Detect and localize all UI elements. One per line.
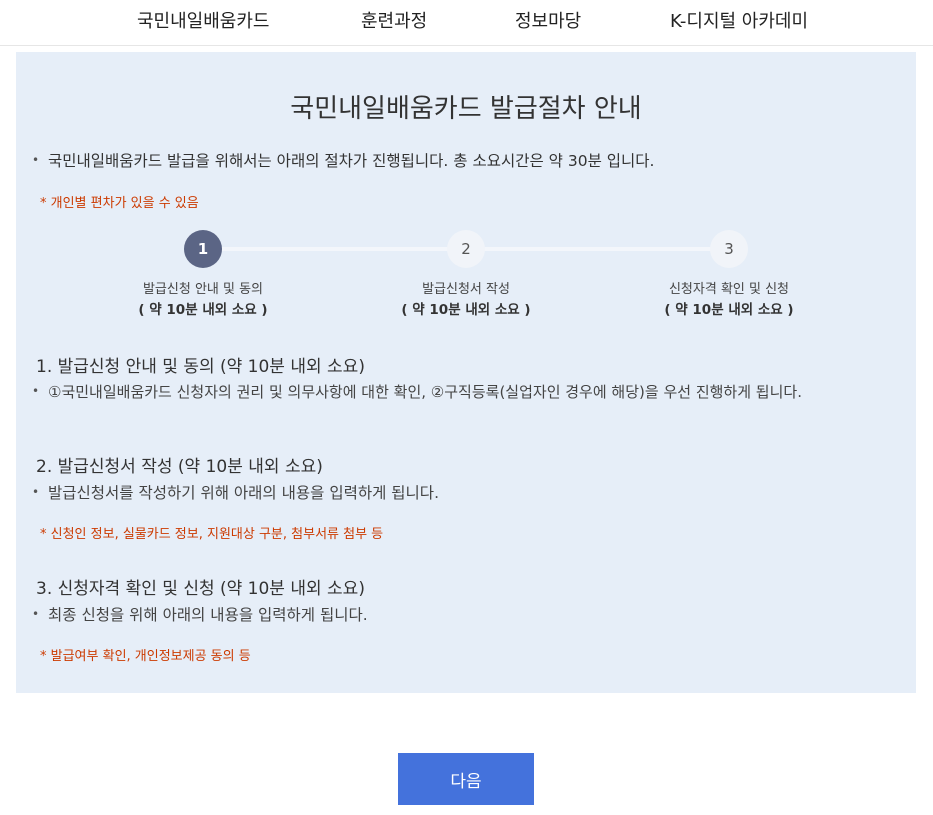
- step-2-duration: ( 약 10분 내외 소요 ): [401, 302, 531, 318]
- section-2-desc: • 발급신청서를 작성하기 위해 아래의 내용을 입력하게 됩니다.: [32, 481, 439, 503]
- step-2-number: 2: [447, 230, 485, 268]
- step-1: 1 발급신청 안내 및 동의 ( 약 10분 내외 소요 ): [113, 230, 293, 321]
- step-3-label: 신청자격 확인 및 신청: [668, 282, 790, 297]
- intro-label: 국민내일배움카드 발급을 위해서는 아래의 절차가 진행됩니다. 총 소요시간은…: [48, 152, 655, 170]
- step-1-duration: ( 약 10분 내외 소요 ): [138, 302, 268, 318]
- step-3-duration: ( 약 10분 내외 소요 ): [664, 302, 794, 318]
- step-3-number: 3: [710, 230, 748, 268]
- step-indicator: 1 발급신청 안내 및 동의 ( 약 10분 내외 소요 ) 2 발급신청서 작…: [16, 230, 916, 330]
- page-title: 국민내일배움카드 발급절차 안내: [290, 94, 642, 124]
- section-3-desc: • 최종 신청을 위해 아래의 내용을 입력하게 됩니다.: [32, 603, 368, 625]
- intro-text: • 국민내일배움카드 발급을 위해서는 아래의 절차가 진행됩니다. 총 소요시간…: [32, 149, 654, 171]
- section-3-title: 3. 신청자격 확인 및 신청 (약 10분 내외 소요): [36, 579, 365, 599]
- nav-item-info[interactable]: 정보마당: [515, 7, 581, 33]
- section-2-title: 2. 발급신청서 작성 (약 10분 내외 소요): [36, 457, 323, 477]
- nav-item-courses[interactable]: 훈련과정: [361, 7, 427, 33]
- step-2-label: 발급신청서 작성: [422, 282, 510, 297]
- next-button[interactable]: 다음: [398, 753, 534, 805]
- issuance-guide-panel: 국민내일배움카드 발급절차 안내 • 국민내일배움카드 발급을 위해서는 아래의 …: [16, 52, 916, 693]
- step-1-number: 1: [184, 230, 222, 268]
- section-3-note: * 발급여부 확인, 개인정보제공 동의 등: [40, 649, 251, 664]
- bullet-icon: •: [32, 153, 40, 167]
- nav-item-card[interactable]: 국민내일배움카드: [137, 7, 269, 33]
- section-2-desc-text: 발급신청서를 작성하기 위해 아래의 내용을 입력하게 됩니다.: [48, 484, 439, 502]
- section-1-title: 1. 발급신청 안내 및 동의 (약 10분 내외 소요): [36, 357, 365, 377]
- step-2: 2 발급신청서 작성 ( 약 10분 내외 소요 ): [376, 230, 556, 321]
- intro-note: * 개인별 편차가 있을 수 있음: [40, 196, 199, 211]
- section-2-note: * 신청인 정보, 실물카드 정보, 지원대상 구분, 첨부서류 첨부 등: [40, 527, 384, 542]
- nav-item-k-digital[interactable]: K-디지털 아카데미: [670, 7, 808, 33]
- step-1-label: 발급신청 안내 및 동의: [142, 282, 264, 297]
- top-navigation: 국민내일배움카드 훈련과정 정보마당 K-디지털 아카데미: [0, 0, 933, 46]
- bullet-icon: •: [32, 384, 40, 398]
- section-3-desc-text: 최종 신청을 위해 아래의 내용을 입력하게 됩니다.: [48, 606, 368, 624]
- section-1-desc-text: ①국민내일배움카드 신청자의 권리 및 의무사항에 대한 확인, ②구직등록(실…: [48, 383, 802, 401]
- bullet-icon: •: [32, 607, 40, 621]
- step-3: 3 신청자격 확인 및 신청 ( 약 10분 내외 소요 ): [639, 230, 819, 321]
- section-1-desc: • ①국민내일배움카드 신청자의 권리 및 의무사항에 대한 확인, ②구직등록(…: [32, 381, 802, 402]
- bullet-icon: •: [32, 485, 40, 499]
